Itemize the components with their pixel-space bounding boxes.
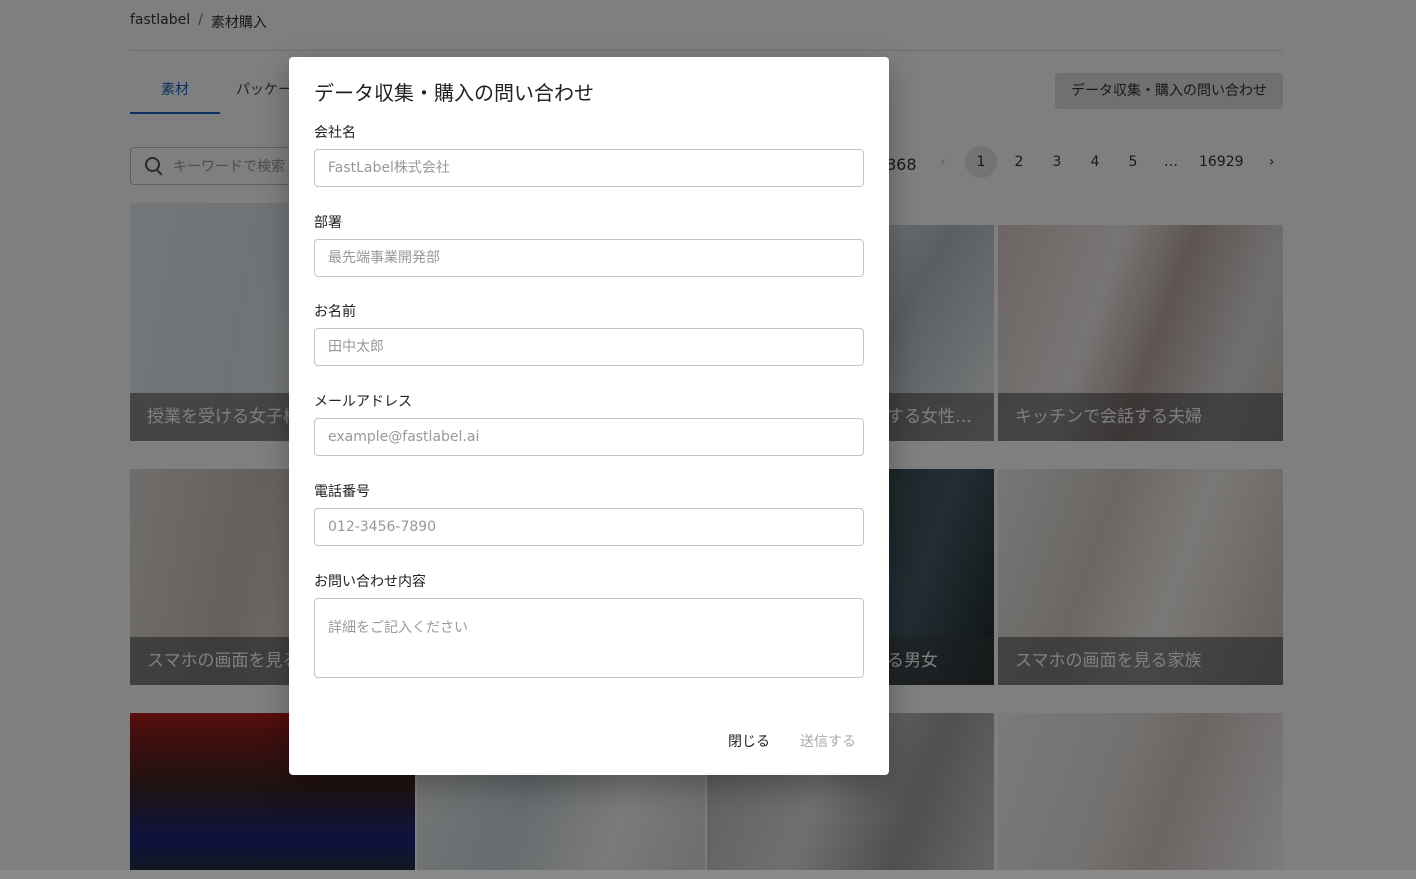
department-label: 部署: [314, 215, 342, 231]
submit-button[interactable]: 送信する: [792, 725, 864, 757]
email-input[interactable]: [314, 418, 864, 456]
dialog-actions: 閉じる 送信する: [720, 725, 864, 757]
name-label: お名前: [314, 304, 356, 320]
bottom-scroll-bar: [0, 870, 1416, 879]
phone-input[interactable]: [314, 508, 864, 546]
company-label: 会社名: [314, 125, 356, 141]
inquiry-textarea[interactable]: [314, 598, 864, 678]
name-input[interactable]: [314, 328, 864, 366]
inquiry-label: お問い合わせ内容: [314, 574, 426, 590]
dialog-title: データ収集・購入の問い合わせ: [314, 81, 594, 105]
email-label: メールアドレス: [314, 394, 412, 410]
close-button[interactable]: 閉じる: [720, 725, 778, 757]
inquiry-dialog: データ収集・購入の問い合わせ 会社名 部署 お名前 メールアドレス 電話番号 お…: [289, 57, 889, 775]
phone-label: 電話番号: [314, 484, 370, 500]
department-input[interactable]: [314, 239, 864, 277]
company-input[interactable]: [314, 149, 864, 187]
